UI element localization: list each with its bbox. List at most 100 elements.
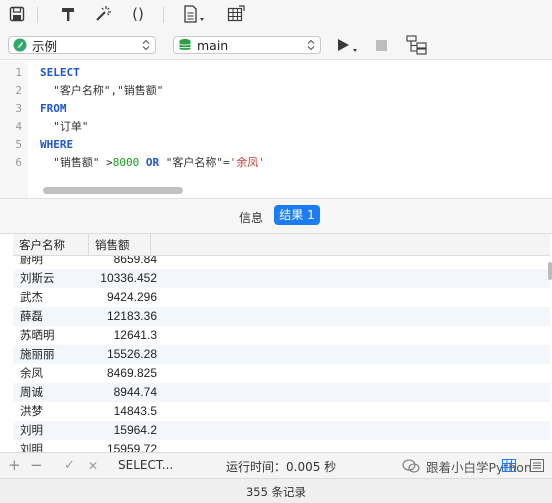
stop-button[interactable] bbox=[376, 40, 387, 51]
document-icon[interactable] bbox=[181, 4, 207, 24]
cell-customer-name[interactable]: 薛磊 bbox=[13, 307, 89, 326]
wechat-icon bbox=[402, 459, 420, 473]
code-token: "订单" bbox=[40, 120, 89, 133]
cell-sales[interactable]: 12641.3 bbox=[89, 326, 157, 345]
cell-customer-name[interactable]: 苏晒明 bbox=[13, 326, 89, 345]
cell-customer-name[interactable]: 武杰 bbox=[13, 288, 89, 307]
hammer-icon[interactable] bbox=[59, 4, 77, 24]
code-token: WHERE bbox=[40, 138, 74, 151]
database-select[interactable]: main bbox=[173, 36, 321, 54]
parentheses-icon[interactable]: () bbox=[128, 4, 148, 24]
line-number: 4 bbox=[15, 120, 22, 133]
main-toolbar: () bbox=[0, 0, 552, 30]
vertical-scrollbar[interactable] bbox=[548, 262, 552, 280]
execution-time: 运行时间：0.005 秒 bbox=[226, 460, 337, 474]
table-export-icon[interactable] bbox=[226, 4, 246, 24]
grid-view-icon[interactable] bbox=[502, 459, 516, 475]
cell-customer-name[interactable]: 蔚明 bbox=[13, 256, 89, 269]
tab-info[interactable]: 信息 bbox=[239, 209, 263, 226]
code-line[interactable]: 1 SELECT bbox=[0, 64, 540, 82]
selector-bar: 示例 main bbox=[0, 30, 552, 60]
cell-customer-name[interactable]: 余凤 bbox=[13, 364, 89, 383]
cell-sales[interactable]: 15964.2 bbox=[89, 421, 157, 440]
tree-icon bbox=[406, 35, 427, 55]
cell-customer-name[interactable]: 刘明 bbox=[13, 421, 89, 440]
code-token: 8000 bbox=[112, 156, 140, 169]
table-row[interactable]: 蔚明 8659.84 bbox=[13, 256, 550, 269]
table-row[interactable]: 刘明 15964.2 bbox=[13, 421, 550, 440]
cell-sales[interactable]: 8944.74 bbox=[89, 383, 157, 402]
code-line[interactable]: 5 WHERE bbox=[0, 136, 540, 154]
code-token: SELECT bbox=[40, 66, 80, 79]
cell-sales[interactable]: 9424.296 bbox=[89, 288, 157, 307]
code-token: '余凤' bbox=[229, 156, 265, 169]
code-token: "客户名称","销售额" bbox=[40, 84, 164, 97]
run-button[interactable] bbox=[337, 38, 361, 57]
horizontal-scrollbar[interactable] bbox=[43, 187, 183, 194]
cell-sales[interactable]: 8469.825 bbox=[89, 364, 157, 383]
line-number: 6 bbox=[15, 156, 22, 169]
table-row[interactable]: 施丽丽 15526.28 bbox=[13, 345, 550, 364]
code-line[interactable]: 3 FROM bbox=[0, 100, 540, 118]
table-row[interactable]: 洪梦 14843.5 bbox=[13, 402, 550, 421]
cell-sales[interactable]: 12183.36 bbox=[89, 307, 157, 326]
result-tabs: 信息 结果 1 bbox=[0, 198, 552, 234]
table-row[interactable]: 武杰 9424.296 bbox=[13, 288, 550, 307]
table-row[interactable]: 刘明 15959.72 bbox=[13, 440, 550, 452]
column-header-sales[interactable]: 销售额 bbox=[89, 234, 151, 256]
code-text: "销售额" >8000 OR "客户名称"='余凤' bbox=[40, 154, 265, 172]
discard-changes-button[interactable]: ✕ bbox=[88, 459, 98, 473]
cell-customer-name[interactable]: 施丽丽 bbox=[13, 345, 89, 364]
line-number: 1 bbox=[15, 66, 22, 79]
tab-result-1[interactable]: 结果 1 bbox=[274, 205, 320, 225]
cell-customer-name[interactable]: 周诚 bbox=[13, 383, 89, 402]
chevron-updown-icon bbox=[307, 39, 315, 51]
code-text: SELECT bbox=[40, 64, 80, 82]
cell-sales[interactable]: 8659.84 bbox=[89, 256, 157, 269]
cell-sales[interactable]: 15959.72 bbox=[89, 440, 157, 452]
cell-customer-name[interactable]: 洪梦 bbox=[13, 402, 89, 421]
table-row[interactable]: 薛磊 12183.36 bbox=[13, 307, 550, 326]
record-count: 355 条记录 bbox=[245, 485, 307, 499]
query-summary: SELECT... bbox=[118, 458, 174, 472]
play-icon bbox=[338, 39, 357, 52]
cell-customer-name[interactable]: 刘明 bbox=[13, 440, 89, 452]
magic-wand-icon[interactable] bbox=[93, 4, 113, 24]
explain-button[interactable] bbox=[406, 35, 428, 58]
code-token: "销售额" > bbox=[40, 156, 113, 169]
sql-editor[interactable]: 1 SELECT 2 "客户名称","销售额" 3 FROM 4 "订单" 5 WHERE 6 … bbox=[0, 61, 552, 198]
code-text: FROM bbox=[40, 100, 67, 118]
cell-sales[interactable]: 14843.5 bbox=[89, 402, 157, 421]
add-row-button[interactable]: + bbox=[8, 456, 21, 474]
watermark: 跟着小白学Python bbox=[402, 456, 540, 476]
table-row[interactable]: 苏晒明 12641.3 bbox=[13, 326, 550, 345]
column-header-customer[interactable]: 客户名称 bbox=[13, 234, 89, 256]
code-line[interactable]: 4 "订单" bbox=[0, 118, 540, 136]
chevron-updown-icon bbox=[142, 39, 150, 51]
table-row[interactable]: 刘斯云 10336.452 bbox=[13, 269, 550, 288]
code-token: FROM bbox=[40, 102, 67, 115]
cell-sales[interactable]: 15526.28 bbox=[89, 345, 157, 364]
line-number: 3 bbox=[15, 102, 22, 115]
connection-label: 示例 bbox=[32, 38, 58, 54]
code-token: "客户名称"= bbox=[159, 156, 230, 169]
table-row[interactable]: 余凤 8469.825 bbox=[13, 364, 550, 383]
line-number: 5 bbox=[15, 138, 22, 151]
code-text: "订单" bbox=[40, 118, 89, 136]
cell-customer-name[interactable]: 刘斯云 bbox=[13, 269, 89, 288]
connection-select[interactable]: 示例 bbox=[8, 36, 156, 54]
cell-sales[interactable]: 10336.452 bbox=[89, 269, 157, 288]
footer-bar: 355 条记录 bbox=[0, 478, 552, 503]
save-icon[interactable] bbox=[8, 4, 26, 24]
connection-icon bbox=[13, 38, 27, 52]
table-row[interactable]: 周诚 8944.74 bbox=[13, 383, 550, 402]
grid-rows: 蔚明 8659.84 刘斯云 10336.452 武杰 9424.296 薛磊 12183.3… bbox=[13, 256, 550, 452]
form-view-icon[interactable] bbox=[530, 459, 544, 475]
line-number: 2 bbox=[15, 84, 22, 97]
code-line[interactable]: 6 "销售额" >8000 OR "客户名称"='余凤' bbox=[0, 154, 540, 172]
delete-row-button[interactable]: − bbox=[30, 456, 43, 474]
apply-changes-button[interactable]: ✓ bbox=[64, 458, 75, 473]
code-line[interactable]: 2 "客户名称","销售额" bbox=[0, 82, 540, 100]
code-token: OR bbox=[145, 156, 160, 169]
